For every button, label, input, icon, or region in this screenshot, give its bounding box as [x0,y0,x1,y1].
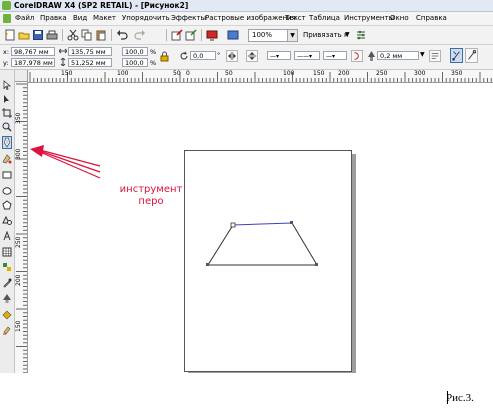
annotation-label: инструмент перо [106,184,196,208]
annotation-arrow-icon [30,145,101,179]
curve-segment-selected[interactable] [232,222,293,226]
node-handle[interactable] [230,222,236,228]
curve-segment-left[interactable] [207,224,234,266]
drawn-curve[interactable] [206,221,318,266]
figure-caption: Рис.3. [446,392,474,404]
curve-segment-right[interactable] [291,222,318,266]
node-handle[interactable] [315,263,318,266]
node-handle[interactable] [206,263,209,266]
coreldraw-window: CorelDRAW X4 (SP2 RETAIL) - [Рисунок2] Ф… [0,0,493,373]
canvas-overlay [30,145,318,266]
annotation-line-1: инструмент [119,184,183,195]
node-handle[interactable] [290,221,293,224]
annotation-line-2: перо [138,196,164,207]
